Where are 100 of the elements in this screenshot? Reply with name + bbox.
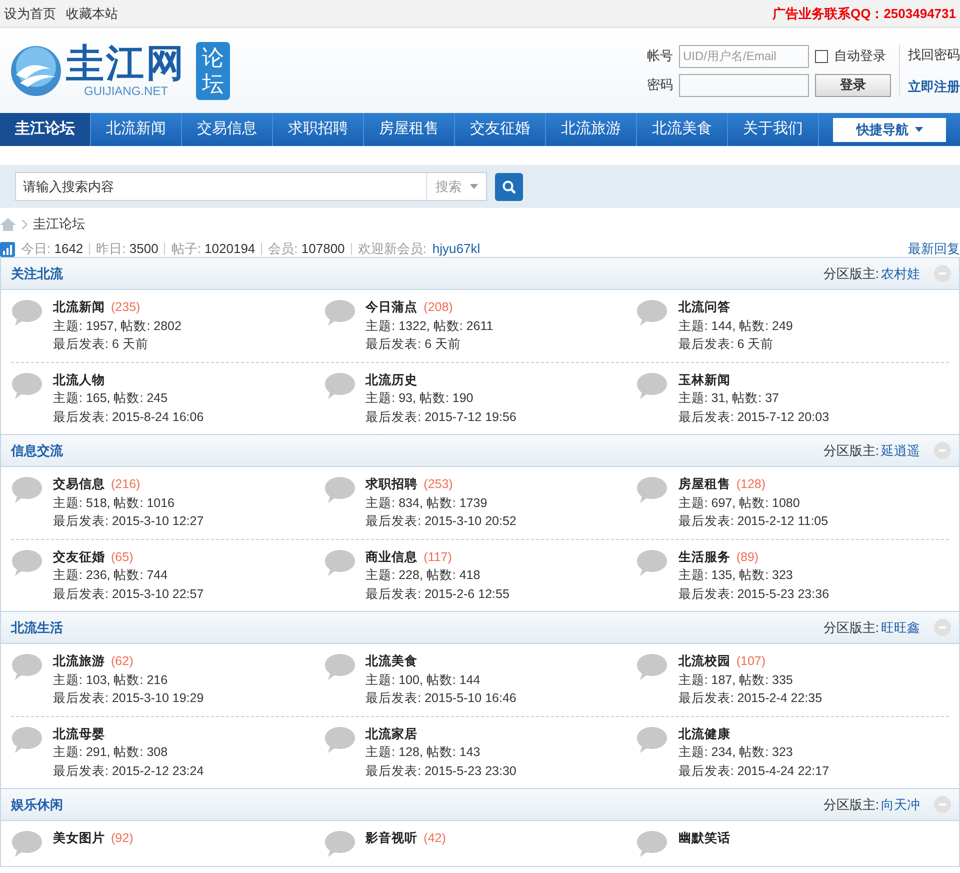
nav-tab[interactable]: 北流美食 bbox=[637, 113, 728, 146]
forum-name-link[interactable]: 商业信息 bbox=[366, 548, 418, 566]
logo-domain: GUIJIANG.NET bbox=[84, 84, 168, 96]
speech-bubble-icon bbox=[324, 548, 356, 576]
nav-tab[interactable]: 求职招聘 bbox=[273, 113, 364, 146]
speech-bubble-icon bbox=[11, 372, 43, 400]
speech-bubble-icon bbox=[11, 299, 43, 327]
forum-stats-text: 主题: 165, 帖数: 245 bbox=[53, 390, 169, 407]
last-post-text: 最后发表: 2015-2-12 23:24 bbox=[53, 762, 204, 780]
new-post-count: (216) bbox=[111, 476, 140, 493]
nav-tab[interactable]: 交友征婚 bbox=[455, 113, 546, 146]
speech-bubble-icon bbox=[324, 830, 356, 858]
last-post-text: 最后发表: 2015-3-10 12:27 bbox=[53, 513, 204, 530]
new-post-count: (42) bbox=[424, 830, 446, 847]
forum-stats-text: 主题: 128, 帖数: 143 bbox=[366, 744, 482, 761]
quick-nav-button[interactable]: 快捷导航 bbox=[833, 118, 946, 142]
forum-name-link[interactable]: 北流新闻 bbox=[53, 298, 105, 316]
stat-text: 今日: 1642 bbox=[21, 240, 84, 258]
speech-bubble-icon bbox=[324, 653, 356, 681]
speech-bubble-icon bbox=[324, 299, 356, 327]
forum-name-link[interactable]: 北流旅游 bbox=[53, 652, 105, 670]
last-post-text: 最后发表: 2015-4-24 22:17 bbox=[678, 762, 830, 780]
new-post-count: (107) bbox=[736, 653, 766, 670]
caret-icon bbox=[914, 127, 922, 132]
login-button[interactable]: 登录 bbox=[815, 74, 891, 96]
collapse-icon[interactable] bbox=[934, 619, 951, 636]
nav-tab[interactable]: 关于我们 bbox=[728, 113, 819, 146]
forum-name-link[interactable]: 今日蒲点 bbox=[366, 298, 418, 316]
forum-stats-text: 主题: 187, 帖数: 335 bbox=[678, 672, 794, 688]
password-label: 密码 bbox=[647, 76, 673, 94]
moderator-label: 分区版主: bbox=[823, 796, 879, 814]
account-field[interactable]: UID/用户名/Email bbox=[679, 44, 809, 68]
nav-tab[interactable]: 房屋租售 bbox=[364, 113, 455, 146]
forum-stats-text: 主题: 291, 帖数: 308 bbox=[53, 744, 169, 761]
auto-login-checkbox[interactable] bbox=[815, 50, 828, 62]
forum-name-link[interactable]: 生活服务 bbox=[678, 548, 730, 566]
moderator-label: 分区版主: bbox=[823, 618, 879, 637]
forum-stats-text: 主题: 31, 帖数: 37 bbox=[678, 390, 780, 407]
new-member-link[interactable]: hjyu67kl bbox=[432, 239, 480, 259]
welcome-label: 欢迎新会员: bbox=[358, 240, 426, 258]
moderator-label: 分区版主: bbox=[823, 442, 879, 460]
moderator-link[interactable]: 农村娃 bbox=[881, 264, 920, 284]
ad-contact-text: 广告业务联系QQ：2503494731 bbox=[772, 4, 956, 23]
moderator-link[interactable]: 延逍遥 bbox=[881, 440, 920, 460]
moderator-link[interactable]: 旺旺鑫 bbox=[881, 618, 920, 638]
new-post-count: (208) bbox=[424, 299, 453, 316]
forgot-password-link[interactable]: 找回密码 bbox=[908, 45, 960, 64]
collapse-icon[interactable] bbox=[934, 265, 951, 282]
nav-tab[interactable]: 北流新闻 bbox=[91, 113, 182, 146]
collapse-icon[interactable] bbox=[934, 442, 951, 459]
forum-name-link[interactable]: 北流美食 bbox=[366, 652, 418, 670]
new-post-count: (62) bbox=[111, 653, 134, 670]
last-post-text: 最后发表: 2015-3-10 19:29 bbox=[53, 690, 204, 707]
section-title[interactable]: 娱乐休闲 bbox=[11, 794, 63, 814]
chevron-icon bbox=[22, 220, 27, 228]
forum-name-link[interactable]: 北流校园 bbox=[678, 652, 730, 670]
forum-name-link[interactable]: 北流母婴 bbox=[53, 724, 105, 743]
search-icon bbox=[502, 180, 516, 194]
forum-name-link[interactable]: 求职招聘 bbox=[366, 475, 418, 494]
breadcrumb-link[interactable]: 圭江论坛 bbox=[33, 214, 85, 234]
last-post-text: 最后发表: 2015-5-23 23:30 bbox=[366, 762, 516, 780]
nav-tab[interactable]: 圭江论坛 bbox=[0, 113, 91, 146]
speech-bubble-icon bbox=[636, 372, 668, 400]
forum-name-link[interactable]: 房屋租售 bbox=[678, 475, 730, 494]
moderator-link[interactable]: 向天冲 bbox=[881, 794, 920, 814]
forum-name-link[interactable]: 玉林新闻 bbox=[678, 370, 730, 389]
latest-replies-link[interactable]: 最新回复 bbox=[908, 239, 960, 259]
last-post-text: 最后发表: 2015-8-24 16:06 bbox=[53, 408, 204, 426]
forum-name-link[interactable]: 北流家居 bbox=[366, 724, 418, 743]
speech-bubble-icon bbox=[324, 372, 356, 400]
register-link[interactable]: 立即注册 bbox=[908, 76, 960, 96]
forum-name-link[interactable]: 影音视听 bbox=[366, 829, 418, 848]
top-link[interactable]: 设为首页 bbox=[4, 4, 56, 24]
speech-bubble-icon bbox=[636, 476, 668, 504]
forum-name-link[interactable]: 北流问答 bbox=[678, 298, 730, 316]
collapse-icon[interactable] bbox=[934, 796, 951, 813]
search-button[interactable] bbox=[495, 172, 523, 200]
forum-name-link[interactable]: 幽默笑话 bbox=[678, 829, 730, 848]
home-icon[interactable] bbox=[0, 218, 16, 230]
logo-badge: 论坛 bbox=[196, 42, 230, 100]
top-link[interactable]: 收藏本站 bbox=[66, 4, 118, 24]
new-post-count: (235) bbox=[111, 299, 140, 316]
forum-name-link[interactable]: 北流健康 bbox=[678, 724, 730, 743]
forum-name-link[interactable]: 交易信息 bbox=[53, 475, 105, 494]
section-title[interactable]: 北流生活 bbox=[11, 618, 63, 638]
forum-name-link[interactable]: 北流人物 bbox=[53, 370, 105, 389]
forum-name-link[interactable]: 美女图片 bbox=[53, 829, 105, 848]
speech-bubble-icon bbox=[11, 830, 43, 858]
stat-text: 会员: 107800 bbox=[268, 240, 345, 258]
caret-icon bbox=[470, 184, 478, 189]
password-field[interactable] bbox=[679, 74, 809, 96]
forum-name-link[interactable]: 北流历史 bbox=[366, 370, 418, 389]
moderator-label: 分区版主: bbox=[823, 264, 879, 283]
nav-tab[interactable]: 北流旅游 bbox=[546, 113, 637, 146]
speech-bubble-icon bbox=[11, 476, 43, 504]
nav-tab[interactable]: 交易信息 bbox=[182, 113, 273, 146]
new-post-count: (128) bbox=[736, 476, 766, 493]
section-title[interactable]: 信息交流 bbox=[11, 440, 63, 460]
section-title[interactable]: 关注北流 bbox=[11, 264, 63, 284]
forum-name-link[interactable]: 交友征婚 bbox=[53, 548, 105, 566]
